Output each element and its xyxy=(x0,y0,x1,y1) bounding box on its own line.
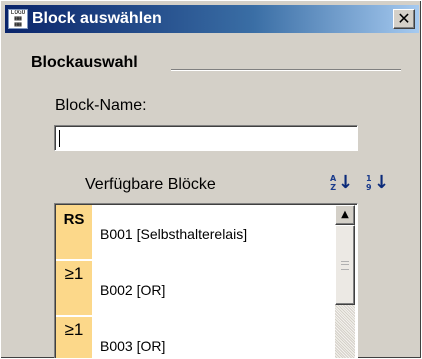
vertical-scrollbar[interactable]: ▲ xyxy=(335,205,355,358)
title-bar[interactable]: LOGO ▦▦ ▦▦ Block auswählen ✕ xyxy=(5,5,419,33)
block-label: B002 [OR] xyxy=(100,282,166,298)
text-caret xyxy=(59,130,60,147)
available-blocks-list[interactable]: RS B001 [Selbsthalterelais] ≥1 B002 [OR]… xyxy=(54,203,358,358)
list-item[interactable]: ≥1 B003 [OR] xyxy=(56,317,334,358)
block-name-input[interactable] xyxy=(54,125,358,151)
scroll-thumb[interactable] xyxy=(335,225,355,305)
logo-app-icon: LOGO ▦▦ ▦▦ xyxy=(8,9,28,29)
arrow-down-icon: ↓ xyxy=(374,172,390,193)
block-symbol: RS xyxy=(56,205,92,259)
sort-numeric-icon: 19 xyxy=(366,174,372,192)
grip-icon xyxy=(341,261,349,270)
window-title: Block auswählen xyxy=(32,10,162,27)
scroll-up-button[interactable]: ▲ xyxy=(335,205,355,225)
list-item[interactable]: RS B001 [Selbsthalterelais] xyxy=(56,205,334,261)
available-blocks-label: Verfügbare Blöcke xyxy=(85,176,216,193)
block-label: B001 [Selbsthalterelais] xyxy=(100,226,248,242)
list-item[interactable]: ≥1 B002 [OR] xyxy=(56,261,334,317)
block-symbol: ≥1 xyxy=(56,261,92,315)
close-button[interactable]: ✕ xyxy=(393,9,415,29)
block-select-dialog: LOGO ▦▦ ▦▦ Block auswählen ✕ Blockauswahl … xyxy=(0,0,422,359)
block-symbol: ≥1 xyxy=(56,317,92,358)
sort-alpha-icon: AZ xyxy=(330,174,337,192)
group-label: Blockauswahl xyxy=(31,53,142,73)
sort-alpha-button[interactable]: AZ ↓ xyxy=(328,173,354,195)
block-name-label: Block-Name: xyxy=(55,97,147,114)
block-label: B003 [OR] xyxy=(100,338,166,354)
sort-numeric-button[interactable]: 19 ↓ xyxy=(364,173,390,195)
group-divider xyxy=(171,69,401,71)
arrow-down-icon: ↓ xyxy=(338,172,354,193)
